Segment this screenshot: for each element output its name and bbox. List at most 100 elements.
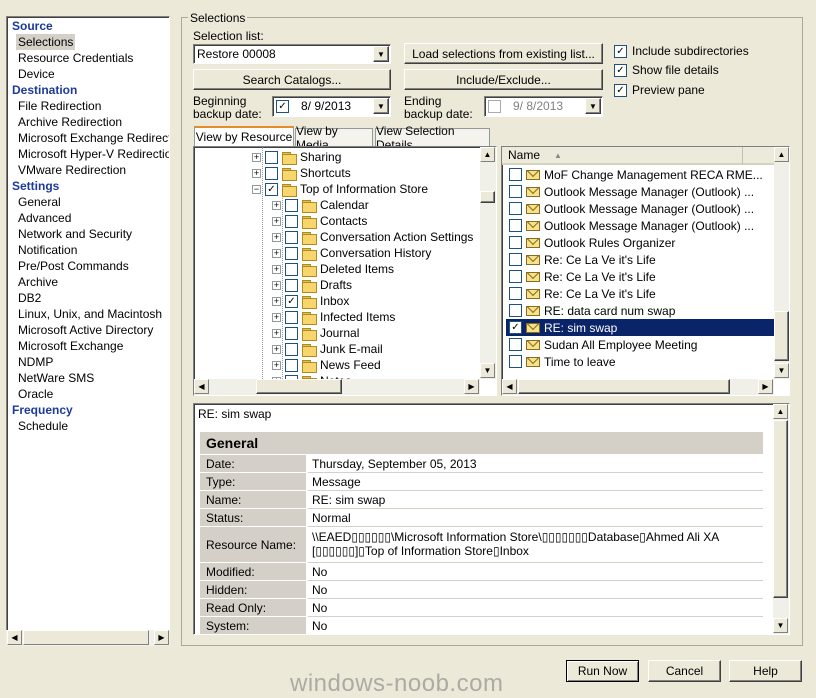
- resource-tree[interactable]: + Sharing + Shortcuts − ✓ Top of Informa…: [193, 146, 497, 396]
- tree-node-checkbox[interactable]: [265, 166, 278, 180]
- list-item-checkbox[interactable]: ✓: [509, 321, 522, 334]
- tree-node[interactable]: + Conversation Action Settings: [272, 229, 473, 245]
- nav-item[interactable]: NDMP: [7, 354, 169, 370]
- nav-item[interactable]: Oracle: [7, 386, 169, 402]
- tree-node[interactable]: + Journal: [272, 325, 359, 341]
- scroll-thumb[interactable]: [256, 379, 342, 394]
- scroll-thumb[interactable]: [774, 311, 789, 361]
- list-item[interactable]: Re: Ce La Ve it's Life: [506, 268, 774, 285]
- help-button[interactable]: Help: [729, 660, 802, 682]
- scroll-down-icon[interactable]: ▼: [480, 363, 495, 378]
- file-list[interactable]: Name ▲ MoF Change Management RECA RME...…: [501, 146, 790, 396]
- scroll-thumb[interactable]: [480, 191, 495, 203]
- tree-node-checkbox[interactable]: [285, 310, 298, 324]
- expand-icon[interactable]: +: [272, 264, 281, 274]
- nav-item[interactable]: General: [7, 194, 169, 210]
- expand-icon[interactable]: +: [272, 232, 281, 242]
- tree-node-checkbox[interactable]: [285, 246, 298, 260]
- chevron-down-icon[interactable]: ▼: [373, 98, 389, 114]
- tree-node-checkbox[interactable]: ✓: [285, 294, 298, 308]
- cancel-button[interactable]: Cancel: [648, 660, 721, 682]
- expand-icon[interactable]: +: [272, 296, 281, 306]
- tree-node[interactable]: + Junk E-mail: [272, 341, 383, 357]
- list-item-checkbox[interactable]: [509, 219, 522, 232]
- list-vertical-scrollbar[interactable]: ▲ ▼: [774, 147, 789, 379]
- list-item-checkbox[interactable]: [509, 338, 522, 351]
- beginning-date-checkbox[interactable]: ✓: [276, 100, 289, 113]
- expand-icon[interactable]: +: [272, 344, 281, 354]
- scroll-down-icon[interactable]: ▼: [773, 618, 788, 633]
- list-column-header[interactable]: Name ▲: [502, 147, 742, 165]
- tree-node-checkbox[interactable]: [285, 342, 298, 356]
- nav-item[interactable]: Schedule: [7, 418, 169, 434]
- tree-node[interactable]: + Drafts: [272, 277, 352, 293]
- list-item[interactable]: MoF Change Management RECA RME...: [506, 166, 774, 183]
- tab-view-by-resource[interactable]: View by Resource: [194, 126, 294, 146]
- nav-item[interactable]: Linux, Unix, and Macintosh: [7, 306, 169, 322]
- nav-item[interactable]: NetWare SMS: [7, 370, 169, 386]
- expand-icon[interactable]: +: [252, 152, 261, 162]
- nav-item[interactable]: Pre/Post Commands: [7, 258, 169, 274]
- expand-icon[interactable]: +: [272, 312, 281, 322]
- scroll-up-icon[interactable]: ▲: [774, 147, 789, 162]
- scroll-left-icon[interactable]: ◀: [7, 630, 22, 645]
- list-item-checkbox[interactable]: [509, 253, 522, 266]
- list-item[interactable]: Time to leave: [506, 353, 774, 370]
- list-item[interactable]: Sudan All Employee Meeting: [506, 336, 774, 353]
- tree-node[interactable]: + Calendar: [272, 197, 369, 213]
- collapse-icon[interactable]: −: [252, 184, 261, 194]
- search-catalogs-button[interactable]: Search Catalogs...: [193, 69, 391, 90]
- expand-icon[interactable]: +: [272, 248, 281, 258]
- tree-node[interactable]: + Infected Items: [272, 309, 395, 325]
- list-item[interactable]: Re: Ce La Ve it's Life: [506, 251, 774, 268]
- nav-item[interactable]: VMware Redirection: [7, 162, 169, 178]
- tree-node[interactable]: − ✓ Top of Information Store: [252, 181, 428, 197]
- list-item[interactable]: Outlook Message Manager (Outlook) ...: [506, 217, 774, 234]
- load-selections-button[interactable]: Load selections from existing list...: [404, 43, 603, 64]
- nav-item[interactable]: Resource Credentials: [7, 50, 169, 66]
- scroll-right-icon[interactable]: ▶: [758, 379, 773, 394]
- expand-icon[interactable]: +: [252, 168, 261, 178]
- scroll-right-icon[interactable]: ▶: [464, 379, 479, 394]
- tree-node-checkbox[interactable]: [285, 214, 298, 228]
- scroll-up-icon[interactable]: ▲: [480, 147, 495, 162]
- list-item-checkbox[interactable]: [509, 270, 522, 283]
- chevron-down-icon[interactable]: ▼: [373, 46, 389, 62]
- ending-date-picker[interactable]: 9/ 8/2013 ▼: [484, 96, 603, 117]
- nav-horizontal-scrollbar[interactable]: ◀ ▶: [6, 630, 170, 646]
- expand-icon[interactable]: +: [272, 280, 281, 290]
- scroll-up-icon[interactable]: ▲: [773, 404, 788, 419]
- nav-item[interactable]: Device: [7, 66, 169, 82]
- list-item-checkbox[interactable]: [509, 236, 522, 249]
- tab-view-selection-details[interactable]: View Selection Details: [375, 124, 490, 152]
- tree-node-checkbox[interactable]: [285, 278, 298, 292]
- tree-node[interactable]: + Conversation History: [272, 245, 431, 261]
- list-item-checkbox[interactable]: [509, 355, 522, 368]
- list-item-checkbox[interactable]: [509, 202, 522, 215]
- preview-vertical-scrollbar[interactable]: ▲ ▼: [773, 404, 789, 634]
- scroll-left-icon[interactable]: ◀: [194, 379, 209, 394]
- tree-node-checkbox[interactable]: [285, 358, 298, 372]
- tree-node-checkbox[interactable]: ✓: [265, 182, 278, 196]
- nav-item[interactable]: Selections: [7, 34, 169, 50]
- chevron-down-icon[interactable]: ▼: [585, 98, 601, 114]
- nav-item[interactable]: Notification: [7, 242, 169, 258]
- scroll-right-icon[interactable]: ▶: [154, 630, 169, 645]
- nav-item[interactable]: Microsoft Active Directory: [7, 322, 169, 338]
- nav-item[interactable]: Network and Security: [7, 226, 169, 242]
- ending-date-checkbox[interactable]: [488, 100, 501, 113]
- list-item[interactable]: Re: Ce La Ve it's Life: [506, 285, 774, 302]
- settings-nav-tree[interactable]: Source Selections Resource Credentials Devi…: [6, 16, 170, 646]
- tree-node-checkbox[interactable]: [285, 326, 298, 340]
- scroll-down-icon[interactable]: ▼: [774, 363, 789, 378]
- tree-vertical-scrollbar[interactable]: ▲ ▼: [480, 147, 496, 379]
- nav-item[interactable]: DB2: [7, 290, 169, 306]
- nav-item[interactable]: Microsoft Exchange: [7, 338, 169, 354]
- list-item-checkbox[interactable]: [509, 168, 522, 181]
- nav-item[interactable]: Microsoft Exchange Redirection: [7, 130, 169, 146]
- list-item[interactable]: Outlook Rules Organizer: [506, 234, 774, 251]
- list-item-checkbox[interactable]: [509, 185, 522, 198]
- nav-item[interactable]: File Redirection: [7, 98, 169, 114]
- expand-icon[interactable]: +: [272, 360, 281, 370]
- tree-node[interactable]: + ✓ Inbox: [272, 293, 349, 309]
